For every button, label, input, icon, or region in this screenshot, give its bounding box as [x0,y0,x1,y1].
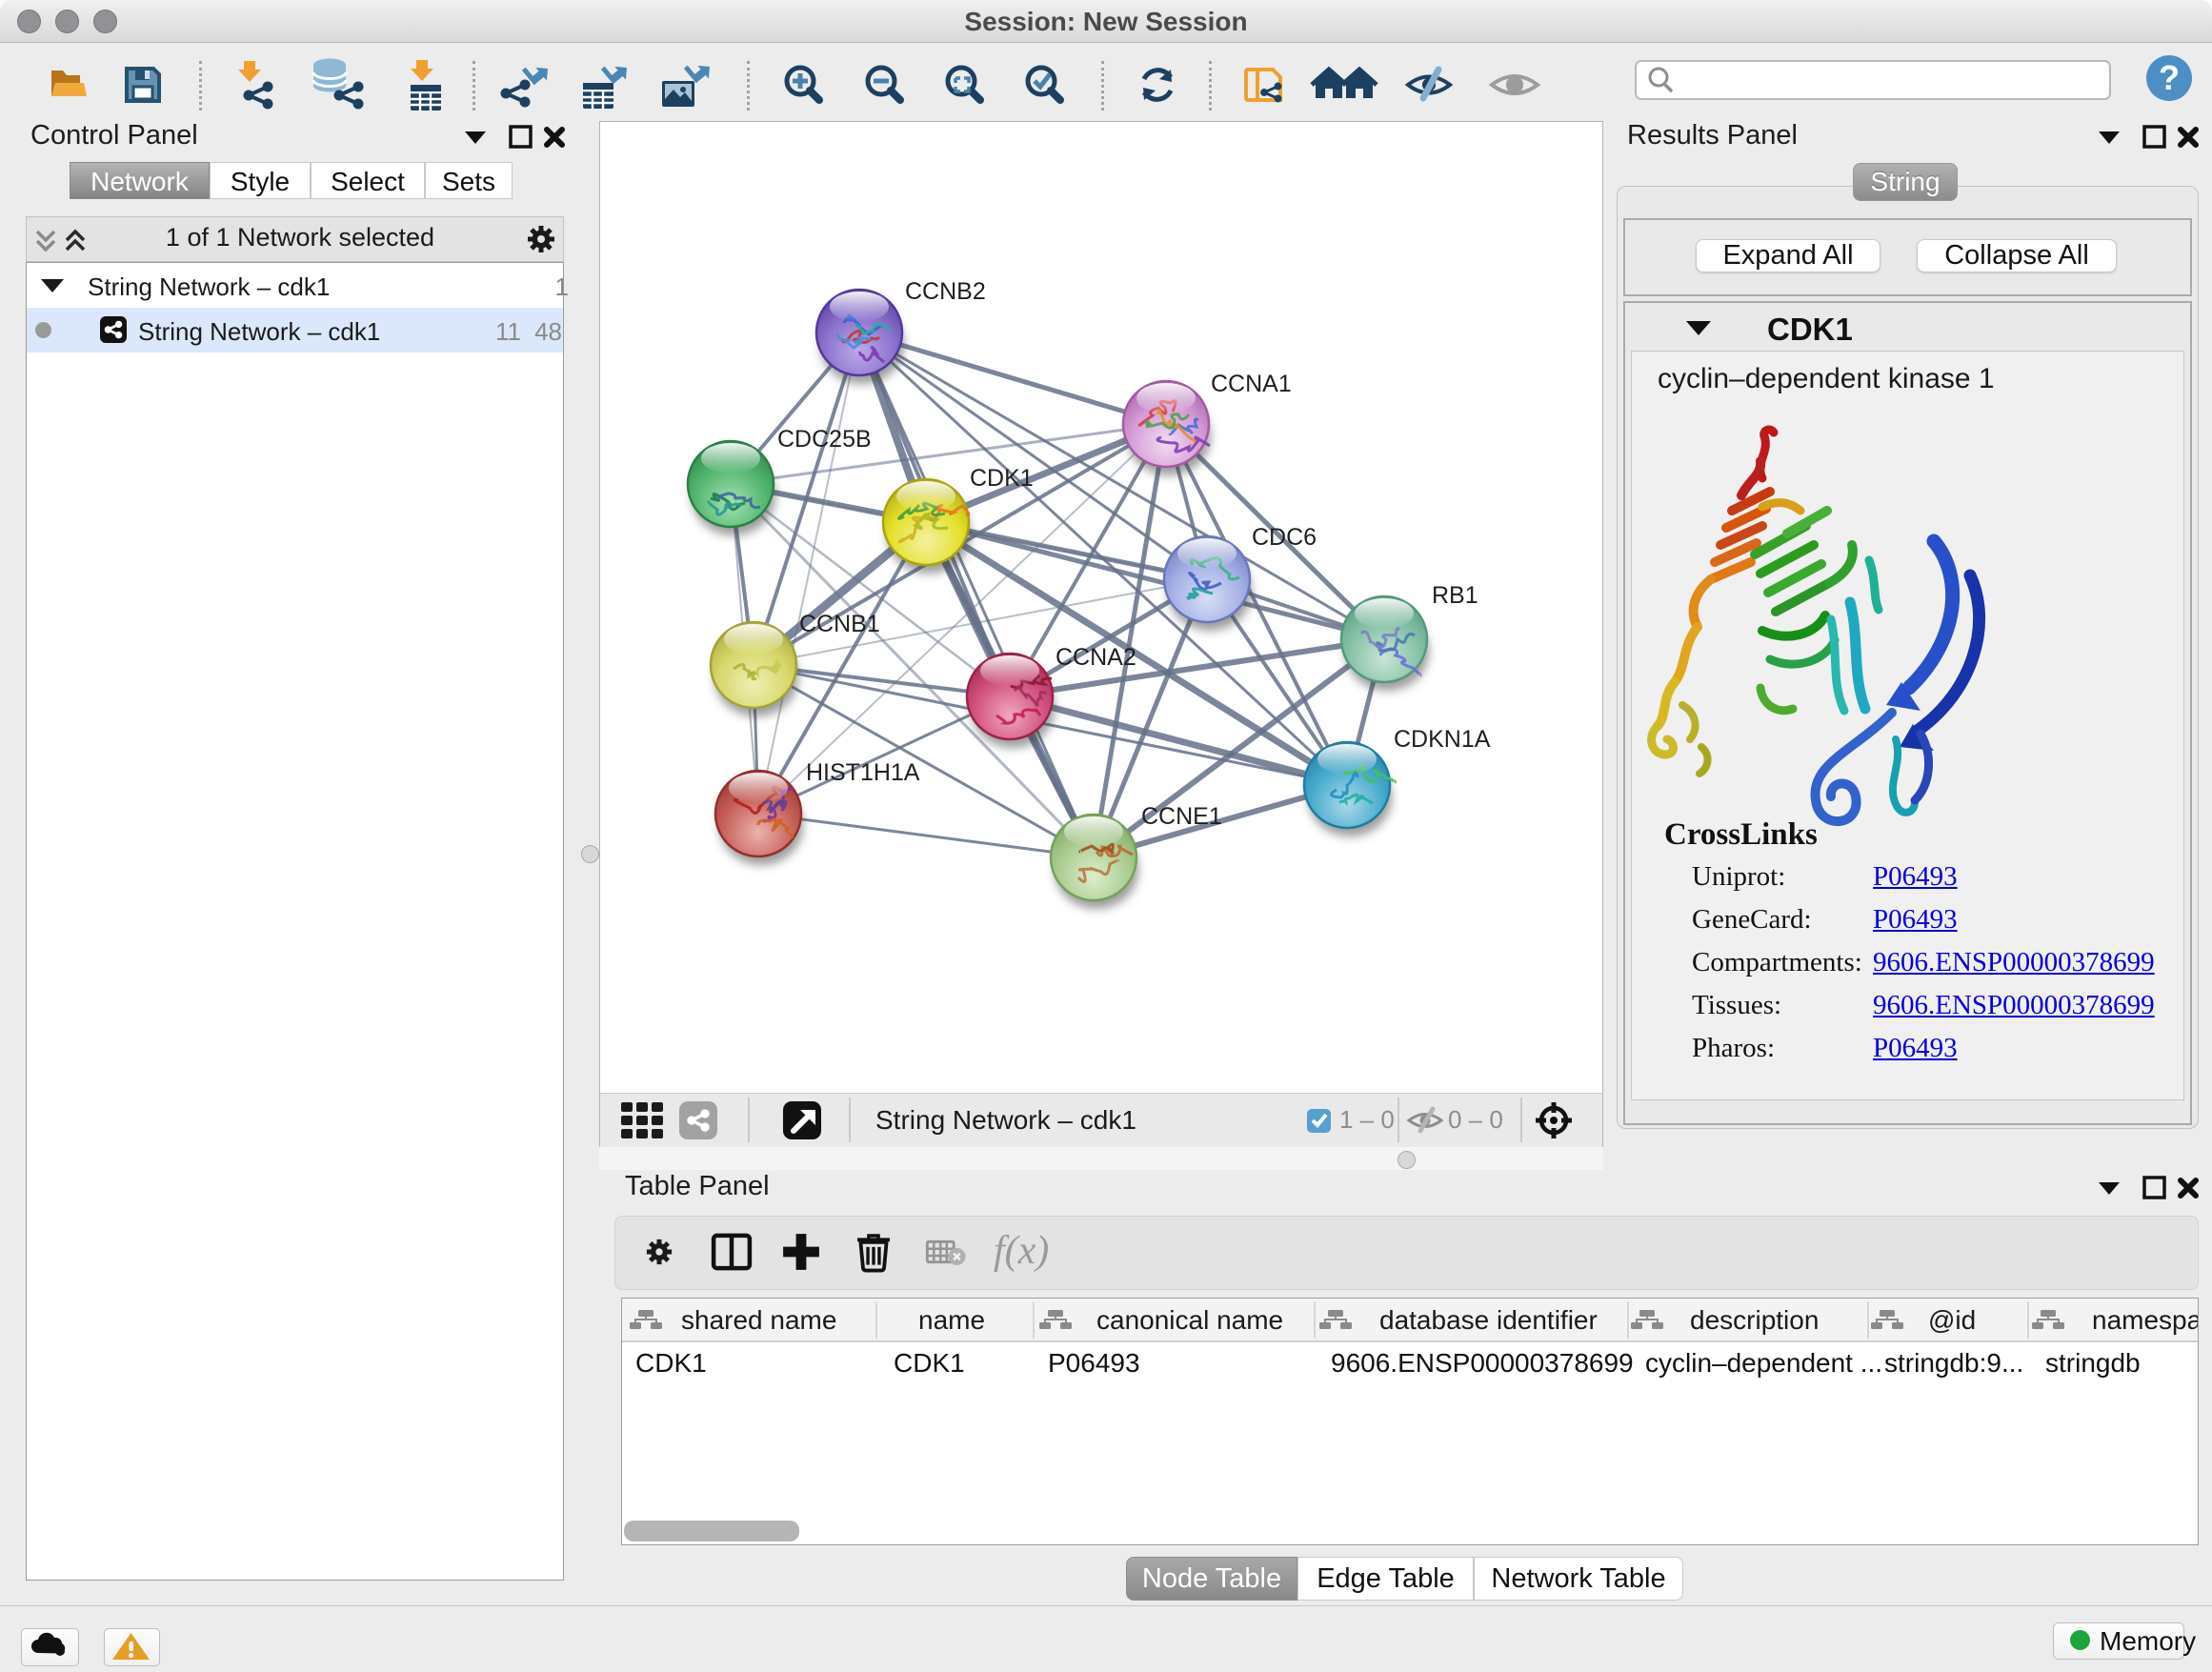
svg-text:namespac: namespac [2092,1305,2198,1335]
svg-text:0 – 0: 0 – 0 [1448,1105,1503,1134]
svg-text:CCNB2: CCNB2 [905,278,986,305]
svg-text:f(x): f(x) [994,1229,1049,1273]
svg-text:CCNA2: CCNA2 [1056,644,1136,671]
svg-text:@id: @id [1928,1305,1976,1335]
svg-text:1 – 0: 1 – 0 [1339,1105,1395,1134]
svg-text:canonical name: canonical name [1096,1305,1283,1335]
svg-text:CDKN1A: CDKN1A [1394,726,1491,753]
svg-text:cyclin–dependent ...: cyclin–dependent ... [1645,1348,1882,1378]
svg-text:CDK1: CDK1 [635,1348,707,1378]
svg-text:?: ? [2159,58,2180,97]
svg-text:RB1: RB1 [1432,582,1478,609]
svg-text:CDC25B: CDC25B [777,426,872,453]
svg-text:description: description [1690,1305,1819,1335]
svg-text:CCNE1: CCNE1 [1141,803,1222,830]
svg-text:P06493: P06493 [1048,1348,1140,1378]
svg-text:CCNB1: CCNB1 [799,611,880,637]
svg-text:name: name [918,1305,985,1335]
svg-text:stringdb: stringdb [2045,1348,2141,1378]
svg-text:database identifier: database identifier [1379,1305,1598,1335]
svg-text:CDK1: CDK1 [970,465,1034,492]
svg-text:CCNA1: CCNA1 [1211,371,1292,397]
svg-text:String Network – cdk1: String Network – cdk1 [875,1105,1136,1135]
svg-text:stringdb:9...: stringdb:9... [1884,1348,2023,1378]
svg-text:HIST1H1A: HIST1H1A [806,759,920,786]
svg-text:CDK1: CDK1 [894,1348,965,1378]
svg-text:CDC6: CDC6 [1252,524,1317,551]
svg-text:9606.ENSP00000378699: 9606.ENSP00000378699 [1331,1348,1634,1378]
svg-text:shared name: shared name [681,1305,836,1335]
